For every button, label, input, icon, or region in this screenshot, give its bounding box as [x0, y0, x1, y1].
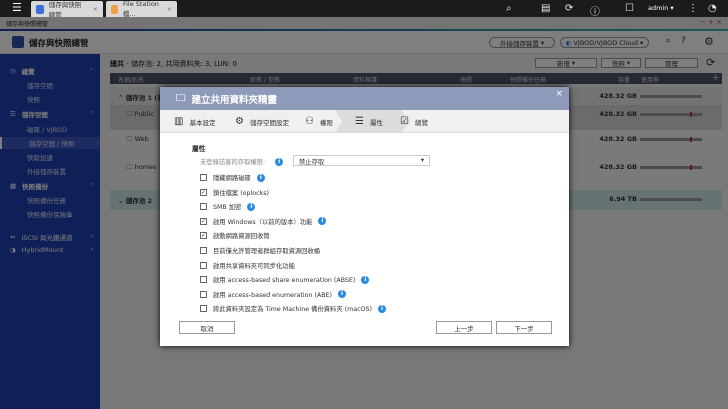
- user-menu[interactable]: admin ▾: [648, 4, 674, 12]
- summary-icon: ☑: [400, 116, 409, 127]
- guest-access-label: 未登錄訪客的存取權限:: [200, 159, 266, 166]
- info-icon[interactable]: i: [256, 173, 265, 182]
- storage-app-icon: [36, 4, 44, 14]
- create-shared-folder-wizard: 🗀 建立共用資料夾精靈 × ▥ 基本設定 ⚙ 儲存空間設定 ⚇ 權限 ☰ 屬性 ☑ 總覽 屬性 未登…: [160, 87, 569, 346]
- option-checkbox[interactable]: 目前僅允許管理者群組存取資源回收桶: [200, 246, 320, 255]
- section-title: 屬性: [192, 145, 206, 153]
- next-button[interactable]: 下一步: [496, 321, 552, 334]
- tab-file-station[interactable]: File Station 檔... ×: [106, 0, 177, 18]
- option-label: 鎖住檔案 (oplocks): [213, 189, 269, 197]
- option-checkbox[interactable]: 將此資料夾設定為 Time Machine 備份資料夾 (macOS) i: [200, 304, 386, 313]
- option-checkbox[interactable]: ✓ 啟用 Windows（以前的版本）功能 i: [200, 217, 327, 226]
- permissions-icon: ⚇: [305, 116, 314, 127]
- back-button[interactable]: 上一步: [436, 321, 492, 334]
- close-icon[interactable]: ×: [93, 5, 98, 13]
- checkbox[interactable]: ✓: [200, 188, 207, 196]
- guest-access-select[interactable]: 禁止存取 ▾: [293, 155, 430, 166]
- option-label: 啟用共享資料夾可同步化功能: [213, 262, 295, 270]
- info-icon[interactable]: i: [338, 290, 346, 299]
- wizard-steps: ▥ 基本設定 ⚙ 儲存空間設定 ⚇ 權限 ☰ 屬性 ☑ 總覽: [160, 110, 569, 133]
- step-label: 屬性: [369, 118, 383, 127]
- checkbox[interactable]: [200, 305, 207, 313]
- info-icon[interactable]: i: [275, 157, 284, 166]
- option-label: 啟用 Windows（以前的版本）功能: [213, 218, 313, 226]
- dashboard-icon[interactable]: ◔: [708, 3, 717, 14]
- info-icon[interactable]: ⓘ: [590, 3, 600, 18]
- checkbox[interactable]: [200, 261, 207, 269]
- search-icon[interactable]: ⌕: [506, 3, 512, 14]
- info-icon[interactable]: i: [361, 275, 370, 284]
- basic-settings-icon: ▥: [174, 116, 184, 127]
- sync-icon[interactable]: ⟳: [565, 3, 573, 14]
- checkbox[interactable]: [200, 203, 207, 211]
- properties-icon: ☰: [355, 116, 364, 127]
- storage-settings-icon: ⚙: [235, 116, 244, 127]
- wizard-step: ⚙ 儲存空間設定: [235, 110, 315, 133]
- option-checkbox[interactable]: 啟用 access-based share enumeration (ABSE)…: [200, 275, 370, 285]
- option-label: 隱藏網路磁碟: [213, 175, 251, 182]
- option-label: SMB 加密: [213, 204, 242, 212]
- tab-storage[interactable]: 儲存與快照總管 ×: [31, 1, 103, 19]
- option-checkbox[interactable]: 隱藏網路磁碟 i: [200, 173, 265, 182]
- checkbox[interactable]: [200, 290, 207, 298]
- menu-icon[interactable]: ☰: [12, 1, 22, 14]
- folder-icon: 🗀: [176, 92, 186, 104]
- option-label: 啟用 access-based share enumeration (ABSE): [213, 277, 356, 285]
- option-label: 啟用 access-based enumeration (ABE): [213, 291, 332, 299]
- checkbox[interactable]: [200, 276, 207, 284]
- info-icon[interactable]: i: [377, 304, 386, 313]
- close-icon[interactable]: ×: [167, 5, 172, 13]
- option-checkbox[interactable]: ✓ 鎖住檔案 (oplocks): [200, 188, 269, 197]
- user-icon[interactable]: ☐: [625, 3, 634, 14]
- wizard-step: ☰ 屬性: [335, 110, 410, 133]
- step-label: 儲存空間設定: [249, 118, 289, 127]
- option-checkbox[interactable]: SMB 加密 i: [200, 202, 256, 212]
- step-label: 基本設定: [189, 118, 216, 127]
- close-icon[interactable]: ×: [555, 89, 563, 99]
- option-label: 目前僅允許管理者群組存取資源回收桶: [213, 248, 321, 255]
- step-label: 權限: [319, 118, 333, 127]
- tasks-icon[interactable]: ▤: [541, 3, 550, 14]
- info-icon[interactable]: i: [318, 217, 327, 226]
- cancel-button[interactable]: 取消: [179, 321, 235, 334]
- option-checkbox[interactable]: 啟用 access-based enumeration (ABE) i: [200, 290, 346, 299]
- modal-header: 🗀 建立共用資料夾精靈 ×: [160, 87, 569, 110]
- folder-app-icon: [111, 4, 118, 14]
- tab-label: File Station 檔...: [122, 0, 159, 18]
- option-label: 將此資料夾設定為 Time Machine 備份資料夾 (macOS): [213, 306, 372, 314]
- checkbox[interactable]: ✓: [200, 217, 207, 225]
- option-label: 啟動網路資源回收筒: [213, 233, 270, 241]
- option-checkbox[interactable]: 啟用共享資料夾可同步化功能: [200, 261, 295, 270]
- info-icon[interactable]: i: [247, 202, 256, 211]
- checkbox[interactable]: [200, 174, 207, 181]
- top-bar: ☰ 儲存與快照總管 × File Station 檔... × ⌕ ▤ ⟳ ⓘ ☐ …: [0, 0, 728, 19]
- checkbox[interactable]: [200, 247, 207, 254]
- option-checkbox[interactable]: ✓ 啟動網路資源回收筒: [200, 231, 270, 240]
- modal-title: 建立共用資料夾精靈: [191, 94, 278, 106]
- step-label: 總覽: [414, 118, 428, 127]
- wizard-step: ☑ 總覽: [400, 110, 450, 133]
- checkbox[interactable]: ✓: [200, 232, 207, 240]
- wizard-step: ▥ 基本設定: [174, 110, 224, 133]
- more-icon[interactable]: ⋮: [688, 3, 698, 14]
